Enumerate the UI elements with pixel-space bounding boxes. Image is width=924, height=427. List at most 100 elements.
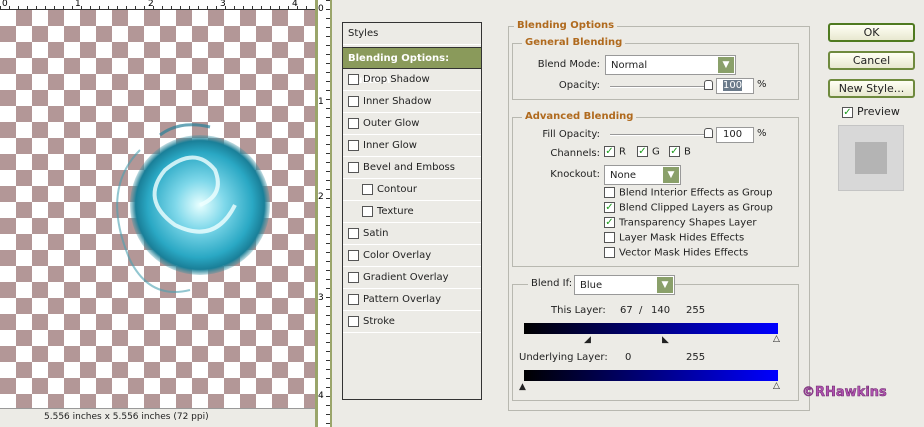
checkbox[interactable] [348, 117, 359, 129]
blend-if-label: Blend If: [528, 278, 576, 289]
option-transparency-shapes-layer[interactable]: ✓ Transparency Shapes Layer [604, 217, 756, 229]
style-blending-options[interactable]: Blending Options: Custom [342, 47, 482, 86]
style-item-stroke[interactable]: Stroke [343, 311, 481, 333]
styles-header[interactable]: Styles [343, 23, 481, 45]
checkmark-icon: ✓ [604, 146, 615, 157]
opacity-slider-thumb[interactable] [704, 80, 713, 90]
new-style-button[interactable]: New Style... [828, 79, 915, 98]
style-item-label: Inner Glow [363, 140, 417, 151]
fill-opacity-slider-thumb[interactable] [704, 128, 713, 138]
checkbox[interactable] [348, 249, 359, 261]
checkmark-icon: ✓ [669, 146, 680, 157]
style-item-outer-glow[interactable]: Outer Glow [343, 113, 481, 135]
checkbox[interactable] [604, 187, 615, 198]
checkbox[interactable] [348, 139, 359, 151]
style-item-label: Drop Shadow [363, 74, 430, 85]
style-item-bevel-and-emboss[interactable]: Bevel and Emboss [343, 157, 481, 179]
channel-r-label: R [619, 146, 626, 158]
percent-sign: % [757, 79, 767, 90]
option-blend-interior-effects-as-group[interactable]: Blend Interior Effects as Group [604, 187, 772, 199]
style-item-contour[interactable]: Contour [343, 179, 481, 201]
ruler-label: 0 [2, 0, 8, 9]
checkbox[interactable] [348, 293, 359, 305]
option-blend-clipped-layers-as-group[interactable]: ✓ Blend Clipped Layers as Group [604, 202, 773, 214]
ok-button[interactable]: OK [828, 23, 915, 42]
ruler-label: 2 [318, 192, 324, 202]
chevron-down-icon: ▼ [657, 277, 673, 293]
fill-opacity-input[interactable]: 100 [716, 127, 754, 143]
ruler-label: 1 [75, 0, 81, 9]
style-item-inner-shadow[interactable]: Inner Shadow [343, 91, 481, 113]
this-layer-gradient [524, 323, 778, 334]
style-item-color-overlay[interactable]: Color Overlay [343, 245, 481, 267]
option-label: Blend Clipped Layers as Group [619, 202, 773, 214]
style-item-label: Pattern Overlay [363, 294, 442, 305]
style-preview-swatch [838, 125, 904, 191]
style-item-drop-shadow[interactable]: Drop Shadow [343, 69, 481, 91]
checkmark-icon[interactable]: ✓ [604, 217, 615, 228]
document-size: 5.556 inches x 5.556 inches (72 ppi) [44, 412, 209, 422]
cancel-button[interactable]: Cancel [828, 51, 915, 70]
preview-checkbox[interactable]: ✓ Preview [842, 105, 900, 118]
underlying-high-slider[interactable]: △ [773, 382, 780, 391]
style-item-texture[interactable]: Texture [343, 201, 481, 223]
channel-b-checkbox[interactable]: ✓ B [669, 146, 691, 158]
blend-if-select[interactable]: Blue ▼ [574, 275, 675, 295]
checkbox[interactable] [348, 73, 359, 85]
knockout-select[interactable]: None ▼ [604, 165, 681, 185]
underlying-layer-gradient [524, 370, 778, 381]
checkbox[interactable] [362, 183, 373, 195]
fill-opacity-slider[interactable] [610, 134, 710, 136]
option-label: Transparency Shapes Layer [619, 217, 757, 229]
style-item-label: Contour [377, 184, 417, 195]
checkmark-icon[interactable]: ✓ [604, 202, 615, 213]
channel-g-checkbox[interactable]: ✓ G [637, 146, 660, 158]
style-item-label: Texture [377, 206, 414, 217]
blend-if-group [512, 284, 799, 401]
checkbox[interactable] [348, 271, 359, 283]
style-item-label: Gradient Overlay [363, 272, 449, 283]
ruler-label: 0 [318, 4, 324, 14]
style-item-satin[interactable]: Satin [343, 223, 481, 245]
opacity-input[interactable]: 100 [723, 80, 743, 91]
this-layer-mid-slider[interactable]: ◣ [662, 336, 669, 345]
image-canvas[interactable] [0, 10, 315, 408]
opacity-slider[interactable] [610, 86, 710, 88]
knockout-label: Knockout: [550, 169, 600, 180]
ruler-label: 3 [318, 293, 324, 303]
checkbox[interactable] [362, 205, 373, 217]
option-label: Blend Interior Effects as Group [619, 187, 773, 199]
checkbox[interactable] [348, 315, 359, 327]
blend-mode-select[interactable]: Normal ▼ [605, 55, 736, 75]
fill-opacity-label: Fill Opacity: [542, 129, 600, 140]
this-layer-mid: 140 [651, 305, 671, 316]
opacity-label: Opacity: [558, 80, 600, 91]
chevron-down-icon: ▼ [718, 57, 734, 73]
checkbox[interactable] [604, 232, 615, 243]
this-layer-high-slider[interactable]: △ [773, 335, 780, 344]
checkbox[interactable] [348, 161, 359, 173]
styles-list: Styles Blending Options: Custom Drop Sha… [342, 22, 482, 400]
style-item-label: Outer Glow [363, 118, 420, 129]
this-layer-high: 255 [686, 305, 706, 316]
checkbox[interactable] [604, 247, 615, 258]
channel-b-label: B [684, 146, 691, 158]
style-item-pattern-overlay[interactable]: Pattern Overlay [343, 289, 481, 311]
style-item-inner-glow[interactable]: Inner Glow [343, 135, 481, 157]
option-vector-mask-hides-effects[interactable]: Vector Mask Hides Effects [604, 247, 748, 259]
checkbox[interactable] [348, 95, 359, 107]
swirl-orb-image [116, 123, 270, 293]
channel-g-label: G [652, 146, 660, 158]
this-layer-low: 67 [620, 305, 633, 316]
ruler-label: 4 [292, 0, 298, 9]
ruler-label: 3 [220, 0, 226, 9]
this-layer-low-slider[interactable]: ◢ [584, 336, 591, 345]
knockout-value: None [610, 170, 637, 181]
checkbox[interactable] [348, 227, 359, 239]
option-layer-mask-hides-effects[interactable]: Layer Mask Hides Effects [604, 232, 744, 244]
channel-r-checkbox[interactable]: ✓ R [604, 146, 626, 158]
style-item-gradient-overlay[interactable]: Gradient Overlay [343, 267, 481, 289]
style-item-label: Inner Shadow [363, 96, 432, 107]
underlying-low-slider[interactable]: ▲ [519, 383, 526, 392]
preview-square [855, 142, 887, 174]
